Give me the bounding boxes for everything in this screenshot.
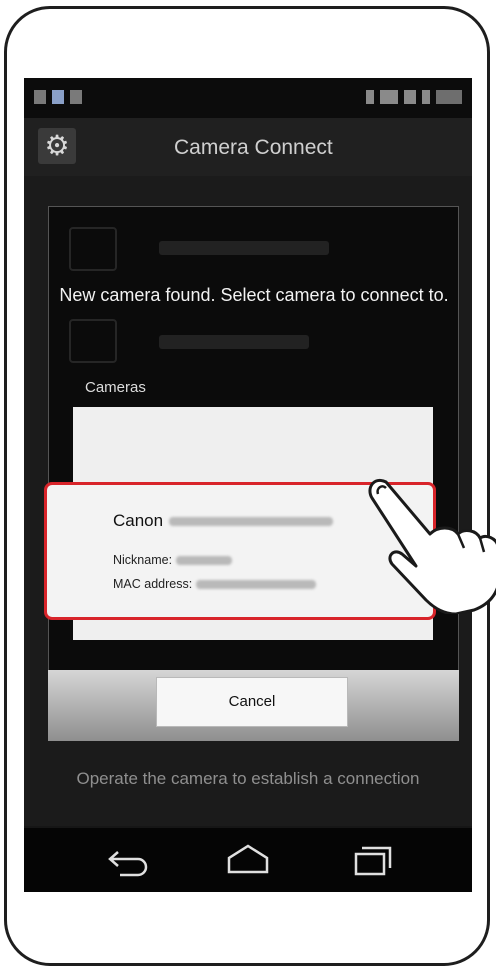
mac-label: MAC address: <box>113 577 193 591</box>
menu-item-ghost <box>159 241 329 255</box>
camera-name: Canon <box>113 511 334 531</box>
nickname-label: Nickname: <box>113 553 173 567</box>
cameras-label: Cameras <box>85 379 146 396</box>
notification-icons <box>34 90 82 104</box>
camera-model-redacted <box>169 516 334 526</box>
nickname-redacted <box>176 555 233 565</box>
system-status-icons <box>366 90 462 104</box>
dialog-message: New camera found. Select camera to conne… <box>59 285 449 305</box>
notification-icon <box>70 90 82 104</box>
app-title: Camera Connect <box>174 136 333 159</box>
back-icon[interactable] <box>106 842 152 878</box>
mac-redacted <box>196 579 317 589</box>
dialog-button-bar: Cancel <box>48 670 459 741</box>
remote-shooting-icon <box>69 319 117 363</box>
home-icon[interactable] <box>225 842 271 878</box>
signal-icon <box>404 90 416 104</box>
notification-icon <box>34 90 46 104</box>
cancel-button[interactable]: Cancel <box>156 677 348 727</box>
camera-mac: MAC address: <box>113 577 317 591</box>
camera-nickname: Nickname: <box>113 553 233 567</box>
vibrate-icon <box>366 90 374 104</box>
pointing-hand-icon <box>368 479 496 614</box>
camera-name-prefix: Canon <box>113 511 164 530</box>
battery-icon <box>422 90 430 104</box>
wifi-icon <box>380 90 398 104</box>
app-bar: ⚙ Camera Connect <box>24 118 472 176</box>
menu-item-ghost <box>159 335 309 349</box>
clock <box>436 90 462 104</box>
recents-icon[interactable] <box>350 842 396 878</box>
connection-hint: Operate the camera to establish a connec… <box>76 769 420 788</box>
navigation-bar <box>24 828 472 892</box>
status-bar <box>24 78 472 118</box>
gear-icon[interactable]: ⚙ <box>38 128 76 164</box>
camera-images-icon <box>69 227 117 271</box>
notification-icon <box>52 90 64 104</box>
